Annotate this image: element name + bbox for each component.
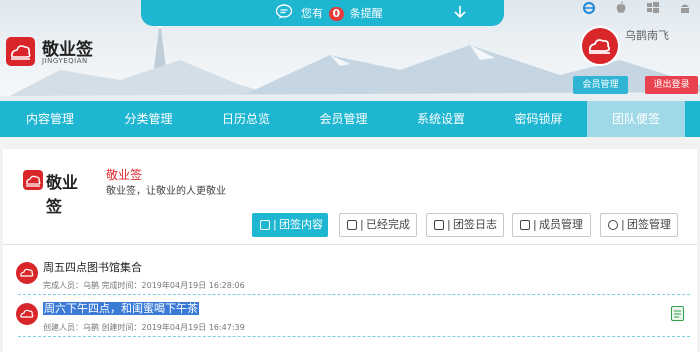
avatar[interactable]: [580, 26, 620, 66]
tab-team-settings[interactable]: | 团签管理: [600, 213, 678, 237]
note-title: 周五四点图书馆集合: [43, 261, 142, 274]
app-description: 敬业签，让敬业的人更敬业: [106, 186, 226, 197]
nav-item-category[interactable]: 分类管理: [100, 101, 197, 137]
notification-prefix: 您有: [301, 7, 323, 20]
users-icon: [520, 220, 530, 230]
app-logo-text: 敬业签: [46, 173, 79, 216]
tab-label: 团签内容: [279, 218, 323, 231]
grid-icon: [260, 220, 270, 230]
ie-icon[interactable]: [582, 1, 596, 15]
cloud-icon: [11, 45, 31, 60]
gear-icon: [608, 220, 618, 230]
arrow-down-icon[interactable]: [452, 4, 468, 20]
brand-subtitle: JINGYEQIAN: [42, 57, 88, 65]
notification-suffix: 条提醒: [349, 7, 383, 20]
notification-text: 您有 0 条提醒: [301, 5, 383, 21]
cloud-icon: [588, 39, 611, 54]
note-meta: 创建人员：乌鹊 创建时间：2019年04月19日 16:47:39: [43, 323, 245, 332]
selected-text: 周六下午四点，和闺蜜喝下午茶: [43, 302, 199, 315]
brand-logo[interactable]: [6, 37, 35, 66]
logout-button[interactable]: 退出登录: [645, 76, 698, 94]
tab-team-log[interactable]: | 团签日志: [426, 213, 504, 237]
nav-item-team-notes[interactable]: 团队便签: [587, 101, 685, 137]
tab-completed[interactable]: | 已经完成: [339, 213, 417, 237]
tab-team-content[interactable]: | 团签内容: [252, 213, 328, 237]
tab-label: 成员管理: [539, 218, 583, 231]
avatar: [16, 303, 38, 325]
divider: [18, 294, 690, 295]
message-icon: [275, 4, 293, 19]
tab-label: 团签管理: [627, 218, 671, 231]
platform-icons: [582, 1, 694, 16]
tab-label: 团签日志: [453, 218, 497, 231]
header: 您有 0 条提醒 敬业签 JINGYEQIAN 乌鹊南飞 会员管理 退出登录: [0, 0, 700, 101]
log-icon: [434, 220, 444, 230]
nav-item-members[interactable]: 会员管理: [295, 101, 392, 137]
divider: [3, 244, 697, 245]
tab-label: 已经完成: [366, 218, 410, 231]
windows-icon[interactable]: [646, 1, 660, 15]
divider: [18, 336, 690, 337]
nav-item-calendar[interactable]: 日历总览: [197, 101, 295, 137]
inbox-icon: [347, 220, 357, 230]
document-icon[interactable]: [671, 306, 684, 321]
nav-item-lock-screen[interactable]: 密码锁屏: [490, 101, 587, 137]
main-nav: 内容管理 分类管理 日历总览 会员管理 系统设置 密码锁屏 团队便签: [0, 101, 700, 137]
apple-icon[interactable]: [614, 1, 628, 15]
android-icon[interactable]: [678, 1, 692, 15]
app-logo: 敬业签: [23, 166, 93, 216]
app-name: 敬业签: [106, 168, 143, 182]
note-title: 周六下午四点，和闺蜜喝下午茶: [43, 300, 199, 316]
nav-item-settings[interactable]: 系统设置: [392, 101, 490, 137]
member-management-button[interactable]: 会员管理: [573, 76, 628, 94]
content-panel: 敬业签 敬业签 敬业签，让敬业的人更敬业 | 团签内容 | 已经完成 | 团签日…: [3, 149, 697, 352]
notification-count-badge: 0: [328, 7, 345, 21]
nav-item-content[interactable]: 内容管理: [0, 101, 100, 137]
avatar: [16, 262, 38, 284]
note-meta: 完成人员：乌鹊 完成时间：2019年04月19日 16:28:06: [43, 281, 245, 290]
notification-bar[interactable]: 您有 0 条提醒: [141, 0, 504, 26]
username: 乌鹊南飞: [625, 29, 669, 42]
cloud-icon: [23, 170, 43, 190]
tab-member-management[interactable]: | 成员管理: [512, 213, 591, 237]
